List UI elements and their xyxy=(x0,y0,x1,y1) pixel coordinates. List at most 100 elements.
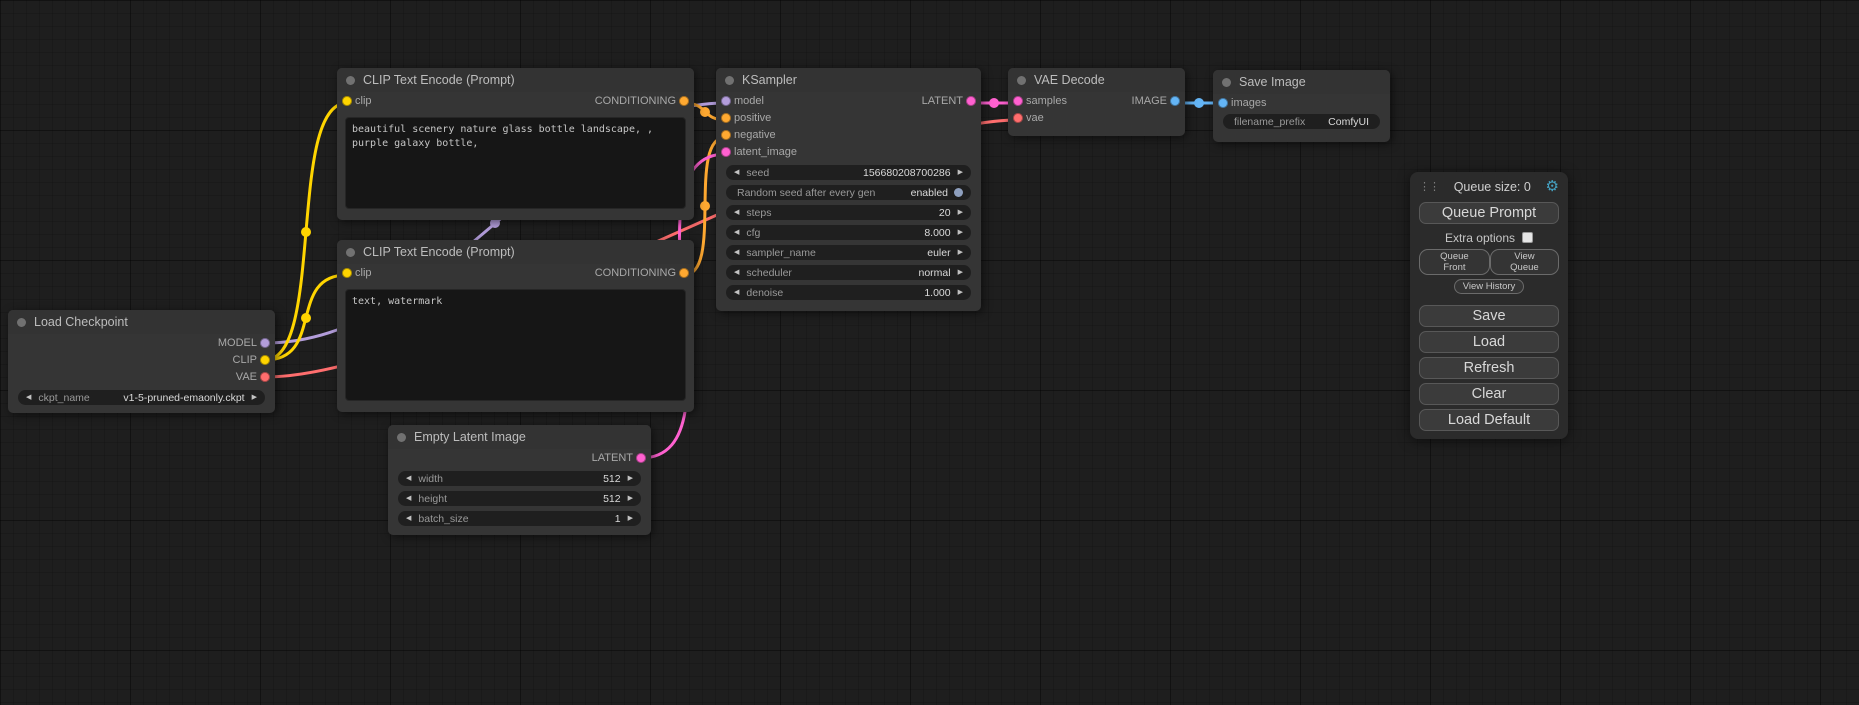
cfg-widget[interactable]: ◀ cfg 8.000 ▶ xyxy=(726,225,971,240)
decrement-arrow-icon[interactable]: ◀ xyxy=(734,205,739,220)
increment-arrow-icon[interactable]: ▶ xyxy=(628,471,633,486)
increment-arrow-icon[interactable]: ▶ xyxy=(628,511,633,526)
slot-row: samples IMAGE xyxy=(1008,92,1185,109)
queue-front-button[interactable]: Queue Front xyxy=(1419,249,1490,275)
clip-input-port[interactable] xyxy=(342,268,352,278)
latent-output-port[interactable] xyxy=(966,96,976,106)
comfyui-canvas[interactable]: { "colors": { "model": "#B39DDB", "clip"… xyxy=(0,0,1859,705)
refresh-button[interactable]: Refresh xyxy=(1419,357,1559,379)
node-clip-text-encode-negative[interactable]: CLIP Text Encode (Prompt) clip CONDITION… xyxy=(337,240,694,412)
conditioning-output-port[interactable] xyxy=(679,268,689,278)
negative-prompt-textarea[interactable]: text, watermark xyxy=(345,289,686,401)
collapse-toggle-icon[interactable] xyxy=(1017,76,1026,85)
clip-output-port[interactable] xyxy=(260,355,270,365)
increment-arrow-icon[interactable]: ▶ xyxy=(958,245,963,260)
decrement-arrow-icon[interactable]: ◀ xyxy=(406,471,411,486)
clear-button[interactable]: Clear xyxy=(1419,383,1559,405)
collapse-toggle-icon[interactable] xyxy=(17,318,26,327)
images-input-port[interactable] xyxy=(1218,98,1228,108)
increment-arrow-icon[interactable]: ▶ xyxy=(252,390,257,405)
increment-arrow-icon[interactable]: ▶ xyxy=(958,225,963,240)
slot-row: images xyxy=(1213,94,1390,111)
decrement-arrow-icon[interactable]: ◀ xyxy=(734,225,739,240)
output-label-latent: LATENT xyxy=(922,95,963,107)
collapse-toggle-icon[interactable] xyxy=(397,433,406,442)
decrement-arrow-icon[interactable]: ◀ xyxy=(26,390,31,405)
vae-input-port[interactable] xyxy=(1013,113,1023,123)
node-clip-text-encode-positive[interactable]: CLIP Text Encode (Prompt) clip CONDITION… xyxy=(337,68,694,220)
negative-input-port[interactable] xyxy=(721,130,731,140)
increment-arrow-icon[interactable]: ▶ xyxy=(958,265,963,280)
toggle-dot-icon[interactable] xyxy=(954,188,963,197)
latent-output-port[interactable] xyxy=(636,453,646,463)
image-output-port[interactable] xyxy=(1170,96,1180,106)
queue-panel-header: ⋮⋮ Queue size: 0 ⚙ xyxy=(1419,178,1559,195)
slot-row: latent_image xyxy=(716,143,981,160)
settings-gear-icon[interactable]: ⚙ xyxy=(1546,179,1559,194)
filename-prefix-widget[interactable]: filename_prefix ComfyUI xyxy=(1223,114,1380,129)
samples-input-port[interactable] xyxy=(1013,96,1023,106)
vae-output-port[interactable] xyxy=(260,372,270,382)
clip-input-port[interactable] xyxy=(342,96,352,106)
node-title-bar[interactable]: VAE Decode xyxy=(1008,68,1185,92)
decrement-arrow-icon[interactable]: ◀ xyxy=(406,511,411,526)
save-button[interactable]: Save xyxy=(1419,305,1559,327)
node-title-bar[interactable]: Load Checkpoint xyxy=(8,310,275,334)
decrement-arrow-icon[interactable]: ◀ xyxy=(734,165,739,180)
decrement-arrow-icon[interactable]: ◀ xyxy=(734,285,739,300)
increment-arrow-icon[interactable]: ▶ xyxy=(958,205,963,220)
model-output-port[interactable] xyxy=(260,338,270,348)
node-title-bar[interactable]: CLIP Text Encode (Prompt) xyxy=(337,68,694,92)
node-title-bar[interactable]: KSampler xyxy=(716,68,981,92)
node-title-bar[interactable]: Save Image xyxy=(1213,70,1390,94)
slot-row: positive xyxy=(716,109,981,126)
random-seed-toggle-widget[interactable]: Random seed after every gen enabled xyxy=(726,185,971,200)
load-button[interactable]: Load xyxy=(1419,331,1559,353)
node-vae-decode[interactable]: VAE Decode samples IMAGE vae xyxy=(1008,68,1185,136)
model-input-port[interactable] xyxy=(721,96,731,106)
link-midpoint-dot xyxy=(989,98,999,108)
widget-value: 1 xyxy=(615,513,621,525)
node-title-text: VAE Decode xyxy=(1034,73,1105,87)
slot-row: VAE xyxy=(8,368,275,385)
collapse-toggle-icon[interactable] xyxy=(346,248,355,257)
increment-arrow-icon[interactable]: ▶ xyxy=(958,165,963,180)
steps-widget[interactable]: ◀ steps 20 ▶ xyxy=(726,205,971,220)
load-default-button[interactable]: Load Default xyxy=(1419,409,1559,431)
increment-arrow-icon[interactable]: ▶ xyxy=(958,285,963,300)
width-widget[interactable]: ◀ width 512 ▶ xyxy=(398,471,641,486)
denoise-widget[interactable]: ◀ denoise 1.000 ▶ xyxy=(726,285,971,300)
extra-options-label: Extra options xyxy=(1445,231,1515,245)
collapse-toggle-icon[interactable] xyxy=(725,76,734,85)
node-empty-latent-image[interactable]: Empty Latent Image LATENT ◀ width 512 ▶ … xyxy=(388,425,651,535)
collapse-toggle-icon[interactable] xyxy=(346,76,355,85)
sampler-name-widget[interactable]: ◀ sampler_name euler ▶ xyxy=(726,245,971,260)
node-ksampler[interactable]: KSampler model LATENT positive negative … xyxy=(716,68,981,311)
node-title-bar[interactable]: Empty Latent Image xyxy=(388,425,651,449)
conditioning-output-port[interactable] xyxy=(679,96,689,106)
increment-arrow-icon[interactable]: ▶ xyxy=(628,491,633,506)
widget-value: 512 xyxy=(603,473,621,485)
latent-image-input-port[interactable] xyxy=(721,147,731,157)
decrement-arrow-icon[interactable]: ◀ xyxy=(406,491,411,506)
view-queue-button[interactable]: View Queue xyxy=(1490,249,1559,275)
drag-handle-icon[interactable]: ⋮⋮ xyxy=(1419,180,1439,193)
seed-widget[interactable]: ◀ seed 156680208700286 ▶ xyxy=(726,165,971,180)
node-save-image[interactable]: Save Image images filename_prefix ComfyU… xyxy=(1213,70,1390,142)
widget-value: 8.000 xyxy=(924,227,950,239)
queue-size-label: Queue size: 0 xyxy=(1439,180,1546,194)
ckpt-name-widget[interactable]: ◀ ckpt_name v1-5-pruned-emaonly.ckpt ▶ xyxy=(18,390,265,405)
node-title-bar[interactable]: CLIP Text Encode (Prompt) xyxy=(337,240,694,264)
decrement-arrow-icon[interactable]: ◀ xyxy=(734,265,739,280)
decrement-arrow-icon[interactable]: ◀ xyxy=(734,245,739,260)
positive-input-port[interactable] xyxy=(721,113,731,123)
scheduler-widget[interactable]: ◀ scheduler normal ▶ xyxy=(726,265,971,280)
positive-prompt-textarea[interactable]: beautiful scenery nature glass bottle la… xyxy=(345,117,686,209)
queue-prompt-button[interactable]: Queue Prompt xyxy=(1419,202,1559,224)
collapse-toggle-icon[interactable] xyxy=(1222,78,1231,87)
batch-size-widget[interactable]: ◀ batch_size 1 ▶ xyxy=(398,511,641,526)
view-history-button[interactable]: View History xyxy=(1454,279,1525,294)
node-load-checkpoint[interactable]: Load Checkpoint MODEL CLIP VAE ◀ ckpt_na… xyxy=(8,310,275,413)
extra-options-checkbox[interactable] xyxy=(1522,232,1533,243)
height-widget[interactable]: ◀ height 512 ▶ xyxy=(398,491,641,506)
